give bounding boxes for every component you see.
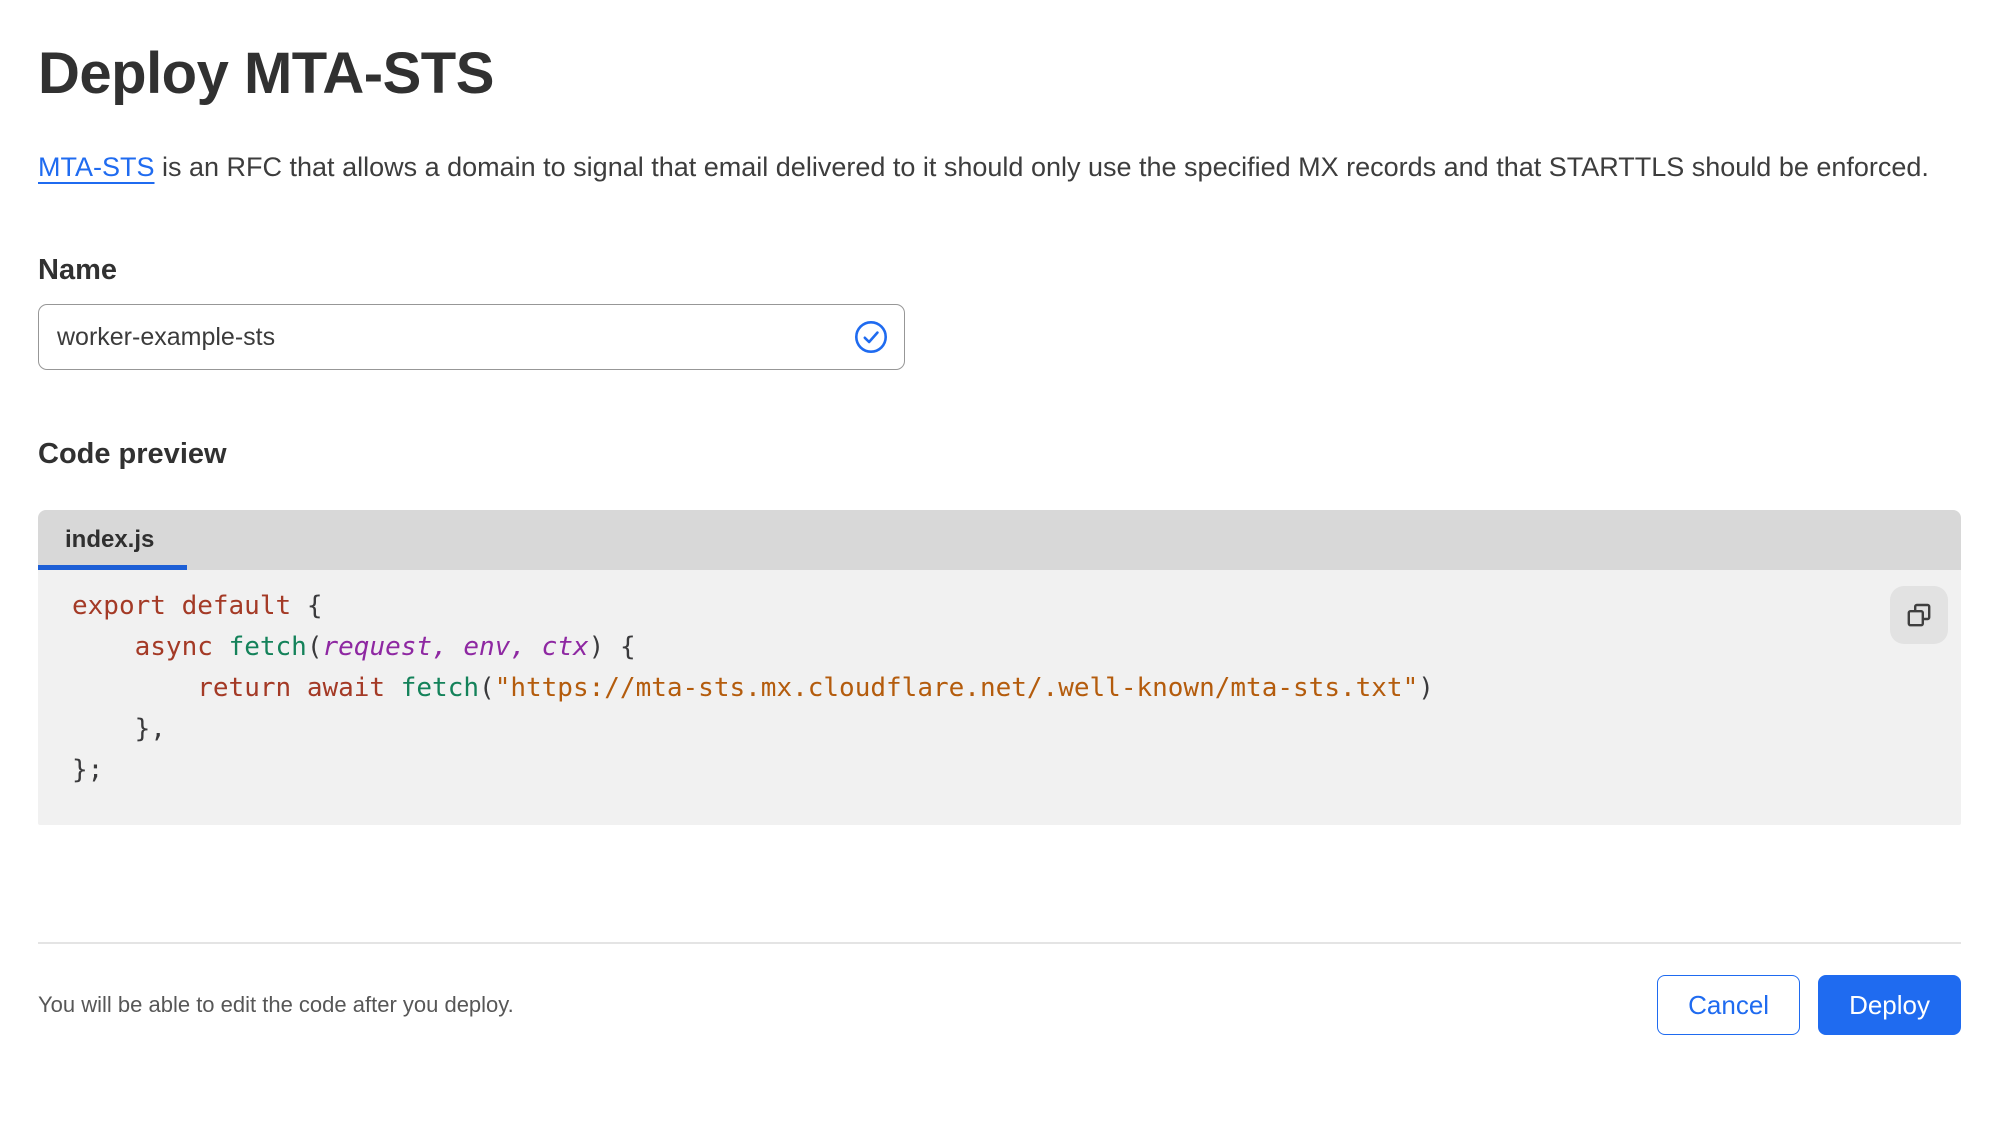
code-tab-bar: index.js xyxy=(38,510,1961,570)
description-text: is an RFC that allows a domain to signal… xyxy=(154,152,1929,182)
code-line: }, xyxy=(72,714,166,744)
copy-icon xyxy=(1907,603,1931,627)
code-line: async fetch(request, env, ctx) { xyxy=(134,632,636,662)
tab-label: index.js xyxy=(65,526,155,553)
code-preview-panel: index.js export default { async fetch(re… xyxy=(38,510,1961,825)
cancel-button[interactable]: Cancel xyxy=(1657,975,1801,1035)
code-editor: export default { async fetch(request, en… xyxy=(38,570,1961,825)
footer-actions: Cancel Deploy xyxy=(1657,975,1961,1035)
tab-index-js[interactable]: index.js xyxy=(38,510,188,570)
code-line: }; xyxy=(72,755,104,785)
check-circle-icon xyxy=(854,320,888,354)
deploy-mta-sts-page: Deploy MTA-STS MTA-STS is an RFC that al… xyxy=(0,0,1999,1138)
code-content: export default { async fetch(request, en… xyxy=(38,570,1961,791)
name-input[interactable] xyxy=(38,304,905,370)
footer-note: You will be able to edit the code after … xyxy=(38,992,514,1017)
copy-code-button[interactable] xyxy=(1890,586,1948,644)
code-line: return await fetch("https://mta-sts.mx.c… xyxy=(197,673,1434,703)
deploy-button[interactable]: Deploy xyxy=(1818,975,1961,1035)
page-title: Deploy MTA-STS xyxy=(38,41,494,106)
name-input-wrapper xyxy=(38,304,905,370)
footer: You will be able to edit the code after … xyxy=(38,975,1961,1035)
code-line: export default { xyxy=(72,591,323,621)
mta-sts-link[interactable]: MTA-STS xyxy=(38,152,155,182)
code-preview-label: Code preview xyxy=(38,438,227,470)
divider xyxy=(38,942,1961,944)
name-label: Name xyxy=(38,254,117,286)
description: MTA-STS is an RFC that allows a domain t… xyxy=(38,144,1948,190)
